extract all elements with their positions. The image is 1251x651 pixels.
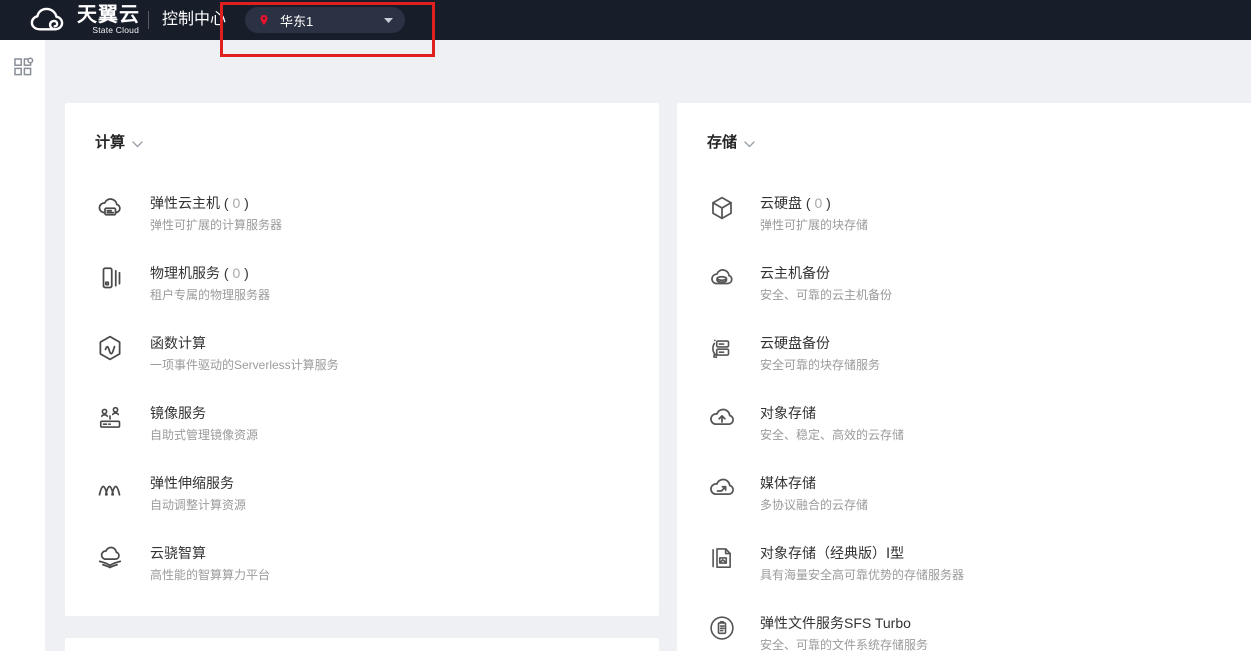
service-desc: 高性能的智算算力平台 [150,567,270,584]
service-desc: 自动调整计算资源 [150,497,246,514]
brand-subtitle: State Cloud [77,26,139,35]
service-item-object-storage[interactable]: 对象存储 安全、稳定、高效的云存储 [707,397,1251,467]
doc-image-icon [707,543,737,573]
app-sidebar [0,40,45,651]
service-name: 云主机备份 [760,263,892,283]
service-desc: 安全、可靠的文件系统存储服务 [760,637,928,651]
service-desc: 具有海量安全高可靠优势的存储服务器 [760,567,964,584]
apps-grid-button[interactable] [11,56,35,80]
header-divider [148,11,149,29]
service-item-cloud-disk[interactable]: 云硬盘 ( 0 ) 弹性可扩展的块存储 [707,187,1251,257]
service-name: 函数计算 [150,333,339,353]
brand-name: 天翼云 [77,4,139,26]
storage-card-title: 存储 [707,133,737,153]
service-item-cloud-disk-backup[interactable]: 云硬盘备份 安全可靠的块存储服务 [707,327,1251,397]
service-item-media-storage[interactable]: 媒体存储 多协议融合的云存储 [707,467,1251,537]
service-name: 云骁智算 [150,543,270,563]
physical-machine-icon [95,263,125,293]
apps-grid-icon [12,56,34,78]
image-service-icon [95,403,125,433]
location-pin-icon [257,12,271,29]
compute-card-title: 计算 [95,133,125,153]
service-desc: 安全、可靠的云主机备份 [760,287,892,304]
service-desc: 租户专属的物理服务器 [150,287,270,304]
service-desc: 安全、稳定、高效的云存储 [760,427,904,444]
disk-backup-icon [707,333,737,363]
service-desc: 多协议融合的云存储 [760,497,868,514]
service-item-elastic-cloud-host[interactable]: 弹性云主机 ( 0 ) 弹性可扩展的计算服务器 [95,187,629,257]
auto-scaling-icon [95,473,125,503]
service-name: 云硬盘 ( 0 ) [760,193,868,213]
service-name: 媒体存储 [760,473,868,493]
top-header: 天翼云 State Cloud 控制中心 华东1 [0,0,1251,40]
service-name: 物理机服务 ( 0 ) [150,263,270,283]
cloud-backup-icon [707,263,737,293]
service-item-cloud-host-backup[interactable]: 云主机备份 安全、可靠的云主机备份 [707,257,1251,327]
console-title: 控制中心 [162,0,226,40]
service-desc: 弹性可扩展的计算服务器 [150,217,282,234]
service-item-image-service[interactable]: 镜像服务 自助式管理镜像资源 [95,397,629,467]
service-name: 弹性文件服务SFS Turbo [760,613,928,633]
service-desc: 一项事件驱动的Serverless计算服务 [150,357,339,374]
compute-card-header[interactable]: 计算 [95,133,629,153]
storage-service-list: 云硬盘 ( 0 ) 弹性可扩展的块存储 云主机备份 安全、可靠的云主机备份 云硬… [707,187,1251,651]
compute-card: 计算 弹性云主机 ( 0 ) 弹性可扩展的计算服务器 物理机服务 ( 0 ) 租… [65,103,659,616]
brand-text: 天翼云 State Cloud [77,4,139,35]
compute-service-list: 弹性云主机 ( 0 ) 弹性可扩展的计算服务器 物理机服务 ( 0 ) 租户专属… [95,187,629,607]
file-circle-icon [707,613,737,643]
service-desc: 弹性可扩展的块存储 [760,217,868,234]
service-name: 对象存储 [760,403,904,423]
disk-cube-icon [707,193,737,223]
service-item-sfs-turbo[interactable]: 弹性文件服务SFS Turbo 安全、可靠的文件系统存储服务 [707,607,1251,651]
brand-cloud-logo-icon [26,5,74,35]
chevron-down-icon [384,18,393,23]
network-card-partial [65,638,659,651]
service-desc: 自助式管理镜像资源 [150,427,258,444]
cloud-upload-icon [707,403,737,433]
service-desc: 安全可靠的块存储服务 [760,357,880,374]
cloud-arrow-icon [707,473,737,503]
service-name: 镜像服务 [150,403,258,423]
storage-card: 存储 云硬盘 ( 0 ) 弹性可扩展的块存储 云主机备份 安全、可靠的云主机备份… [677,103,1251,651]
function-compute-icon [95,333,125,363]
region-label: 华东1 [280,11,313,30]
storage-card-header[interactable]: 存储 [707,133,1251,153]
service-item-function-compute[interactable]: 函数计算 一项事件驱动的Serverless计算服务 [95,327,629,397]
cloud-server-icon [95,193,125,223]
service-name: 弹性云主机 ( 0 ) [150,193,282,213]
service-name: 对象存储（经典版）Ⅰ型 [760,543,964,563]
service-item-physical-machine[interactable]: 物理机服务 ( 0 ) 租户专属的物理服务器 [95,257,629,327]
service-name: 云硬盘备份 [760,333,880,353]
service-item-auto-scaling[interactable]: 弹性伸缩服务 自动调整计算资源 [95,467,629,537]
chevron-down-icon [132,141,143,148]
wing-cloud-icon [95,543,125,573]
service-item-yunxiao-ai-compute[interactable]: 云骁智算 高性能的智算算力平台 [95,537,629,607]
chevron-down-icon [744,141,755,148]
region-selector[interactable]: 华东1 [245,7,405,33]
service-item-object-storage-classic[interactable]: 对象存储（经典版）Ⅰ型 具有海量安全高可靠优势的存储服务器 [707,537,1251,607]
service-name: 弹性伸缩服务 [150,473,246,493]
